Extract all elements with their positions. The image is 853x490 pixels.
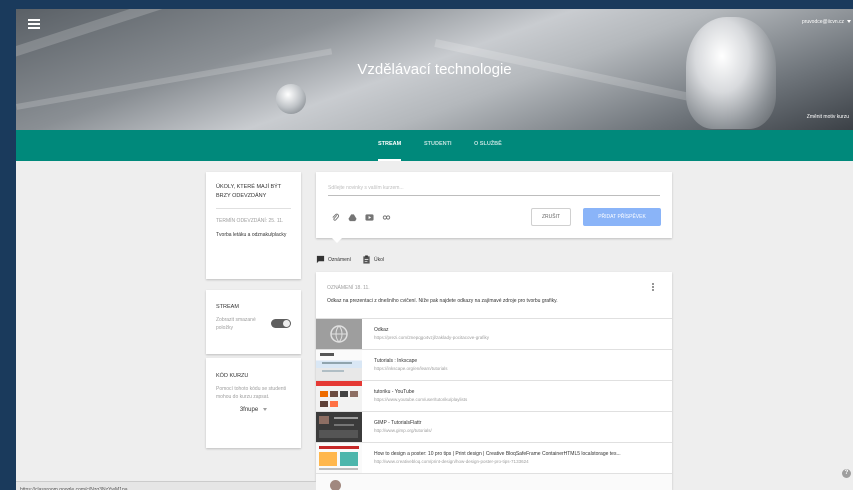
attachment-url: https://inkscape.org/en/learn/tutorials <box>374 366 448 371</box>
divider <box>216 208 291 209</box>
announcement-post: OZNÁMENÍ 18. 11. Odkaz na prezentaci z d… <box>316 272 672 490</box>
more-options-icon[interactable] <box>652 283 655 292</box>
share-input[interactable]: Sdílejte novinky s vaším kurzem... <box>328 182 660 196</box>
show-deleted-toggle[interactable] <box>271 319 291 328</box>
account-menu[interactable]: pruvodce@iicvn.cz <box>802 19 851 25</box>
attachment-title: GIMP - TutorialsFlattr <box>374 420 422 426</box>
attachment-url: https://prezi.com/2nepqgo4vzjl/zaklady-p… <box>374 335 490 340</box>
youtube-thumbnail <box>316 381 362 411</box>
upcoming-task-link[interactable]: Tvorba letáku a odznaku/placky <box>216 231 291 239</box>
link-thumbnail <box>316 319 362 349</box>
gimp-thumbnail <box>316 412 362 442</box>
avatar <box>330 480 341 490</box>
tab-students[interactable]: STUDENTI <box>424 130 452 161</box>
class-code-title: KÓD KURZU <box>216 373 249 379</box>
attachment-item[interactable]: Tutorials : Inkscape https://inkscape.or… <box>316 349 672 380</box>
attachment-item[interactable]: tutoriku - YouTube https://www.youtube.c… <box>316 380 672 411</box>
attachment-url: https://www.youtube.com/user/tutoriku/pl… <box>374 397 468 402</box>
attachment-title: How to design a poster: 10 pro tips | Pr… <box>374 451 621 457</box>
link-icon[interactable] <box>382 213 391 222</box>
tab-about[interactable]: O SLUŽBĚ <box>474 130 502 161</box>
help-icon[interactable]: ? <box>842 469 851 478</box>
class-title: Vzdělávací technologie <box>357 61 512 78</box>
creativebloq-thumbnail <box>316 443 362 473</box>
change-theme-link[interactable]: Změnit motiv kurzu <box>807 114 849 120</box>
post-meta: OZNÁMENÍ 18. 11. <box>327 285 370 291</box>
stream-settings-card: STREAM Zobrazit smazané položky <box>206 290 301 354</box>
show-deleted-label: Zobrazit smazané položky <box>216 317 256 331</box>
youtube-icon[interactable] <box>365 213 374 222</box>
stream-settings-title: STREAM <box>216 304 239 310</box>
chevron-down-icon <box>847 20 851 24</box>
class-code-selector[interactable]: 3fnupe <box>216 407 291 413</box>
upcoming-card: ÚKOLY, KTERÉ MAJÍ BÝT BRZY ODEVZDÁNY TER… <box>206 172 301 279</box>
class-code-value: 3fnupe <box>239 407 259 413</box>
globe-icon <box>330 325 348 343</box>
class-banner: pruvodce@iicvn.cz Vzdělávací technologie… <box>16 9 853 130</box>
attachment-title: Odkaz <box>374 327 389 333</box>
robot-head <box>276 84 306 114</box>
tab-stream[interactable]: STREAM <box>378 130 402 161</box>
comment-area <box>316 473 672 490</box>
chevron-down-icon <box>263 407 268 411</box>
attach-file-icon[interactable] <box>331 213 340 222</box>
website-thumbnail <box>316 350 362 380</box>
attachment-url: http://www.gimp.org/tutorials/ <box>374 428 432 433</box>
attachment-url: http://www.creativebloq.com/print-design… <box>374 459 529 464</box>
status-bar-url: https://classroom.google.com/c/Nzg3NzYwM… <box>16 481 316 490</box>
share-box-pointer <box>332 238 342 243</box>
announcement-icon <box>316 255 325 264</box>
add-post-button[interactable]: PŘIDAT PŘÍSPĚVEK <box>583 208 661 226</box>
cancel-button[interactable]: ZRUŠIT <box>531 208 571 226</box>
post-type-announcement[interactable]: Oznámení <box>316 255 351 264</box>
attachment-title: tutoriku - YouTube <box>374 389 415 395</box>
banner-beam <box>16 9 379 69</box>
upcoming-title: ÚKOLY, KTERÉ MAJÍ BÝT BRZY ODEVZDÁNY <box>216 184 282 199</box>
post-type-announcement-label: Oznámení <box>328 256 352 263</box>
post-type-assignment-label: Úkol <box>374 256 385 263</box>
assignment-icon <box>363 255 370 264</box>
tab-bar: STREAM STUDENTI O SLUŽBĚ <box>16 130 853 161</box>
class-code-card: KÓD KURZU Pomocí tohoto kódu se studenti… <box>206 358 301 448</box>
attachment-item[interactable]: Odkaz https://prezi.com/2nepqgo4vzjl/zak… <box>316 318 672 349</box>
post-type-assignment[interactable]: Úkol <box>362 255 384 264</box>
hamburger-menu-icon[interactable] <box>28 19 40 29</box>
share-box: Sdílejte novinky s vaším kurzem... ZRUŠI… <box>316 172 672 238</box>
attachment-item[interactable]: GIMP - TutorialsFlattr http://www.gimp.o… <box>316 411 672 442</box>
attachment-title: Tutorials : Inkscape <box>374 358 418 364</box>
classroom-app: pruvodce@iicvn.cz Vzdělávací technologie… <box>16 9 853 490</box>
upcoming-due: TERMÍN ODEVZDÁNÍ: 25. 11. <box>216 218 284 224</box>
google-drive-icon[interactable] <box>348 213 357 222</box>
post-text: Odkaz na prezentaci z dnešního cvičení. … <box>327 298 558 304</box>
attachment-item[interactable]: How to design a poster: 10 pro tips | Pr… <box>316 442 672 473</box>
class-code-description: Pomocí tohoto kódu se studenti mohou do … <box>216 386 287 400</box>
